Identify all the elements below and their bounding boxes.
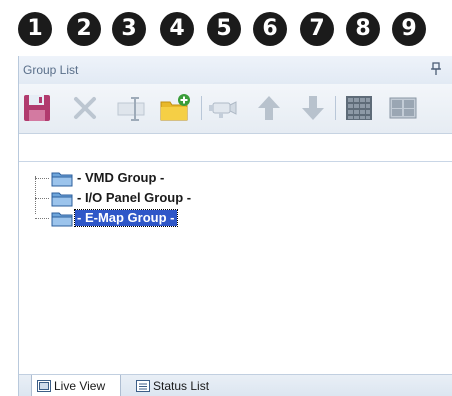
filter-row[interactable] [19, 134, 452, 162]
tree-connector [35, 176, 36, 214]
folder-icon [51, 212, 73, 227]
group-list-panel: Group List - VMD Group - - I/O Panel Gro… [18, 56, 452, 396]
live-view-icon [37, 380, 51, 392]
panel-titlebar: Group List [19, 56, 452, 84]
tree-node-label: - I/O Panel Group - [77, 190, 192, 205]
folder-icon [51, 192, 73, 207]
save-icon[interactable] [21, 92, 53, 124]
toolbar-separator [335, 96, 336, 120]
tree-node-label: - E-Map Group - [74, 209, 178, 227]
new-folder-icon[interactable] [159, 92, 191, 124]
callout-7: 7 [300, 12, 334, 46]
tab-live-view[interactable]: Live View [31, 375, 121, 396]
delete-icon[interactable] [69, 92, 101, 124]
toolbar [19, 84, 452, 134]
callout-4: 4 [160, 12, 194, 46]
camera-icon[interactable] [207, 92, 239, 124]
tree-connector [35, 218, 49, 219]
bottom-tab-bar: Live View Status List [19, 374, 452, 396]
tab-label: Status List [153, 379, 210, 393]
move-down-icon[interactable] [297, 92, 329, 124]
tree-connector [35, 178, 49, 179]
callout-3: 3 [112, 12, 146, 46]
tree-connector [35, 198, 49, 199]
panel-title: Group List [23, 63, 79, 77]
group-tree: - VMD Group - - I/O Panel Group - - E-Ma… [19, 162, 452, 374]
callout-8: 8 [346, 12, 380, 46]
callout-9: 9 [392, 12, 426, 46]
tree-node-label: - VMD Group - [77, 170, 165, 185]
status-list-icon [136, 380, 150, 392]
tab-label: Live View [54, 379, 106, 393]
callout-6: 6 [253, 12, 287, 46]
move-up-icon[interactable] [253, 92, 285, 124]
toolbar-separator [201, 96, 202, 120]
monitor-view-icon[interactable] [387, 92, 419, 124]
callout-1: 1 [18, 12, 52, 46]
rename-icon[interactable] [115, 92, 147, 124]
folder-icon [51, 172, 73, 187]
pin-icon[interactable] [431, 62, 441, 76]
tab-status-list[interactable]: Status List [131, 375, 241, 396]
callout-5: 5 [207, 12, 241, 46]
grid-view-icon[interactable] [343, 92, 375, 124]
callout-2: 2 [67, 12, 101, 46]
